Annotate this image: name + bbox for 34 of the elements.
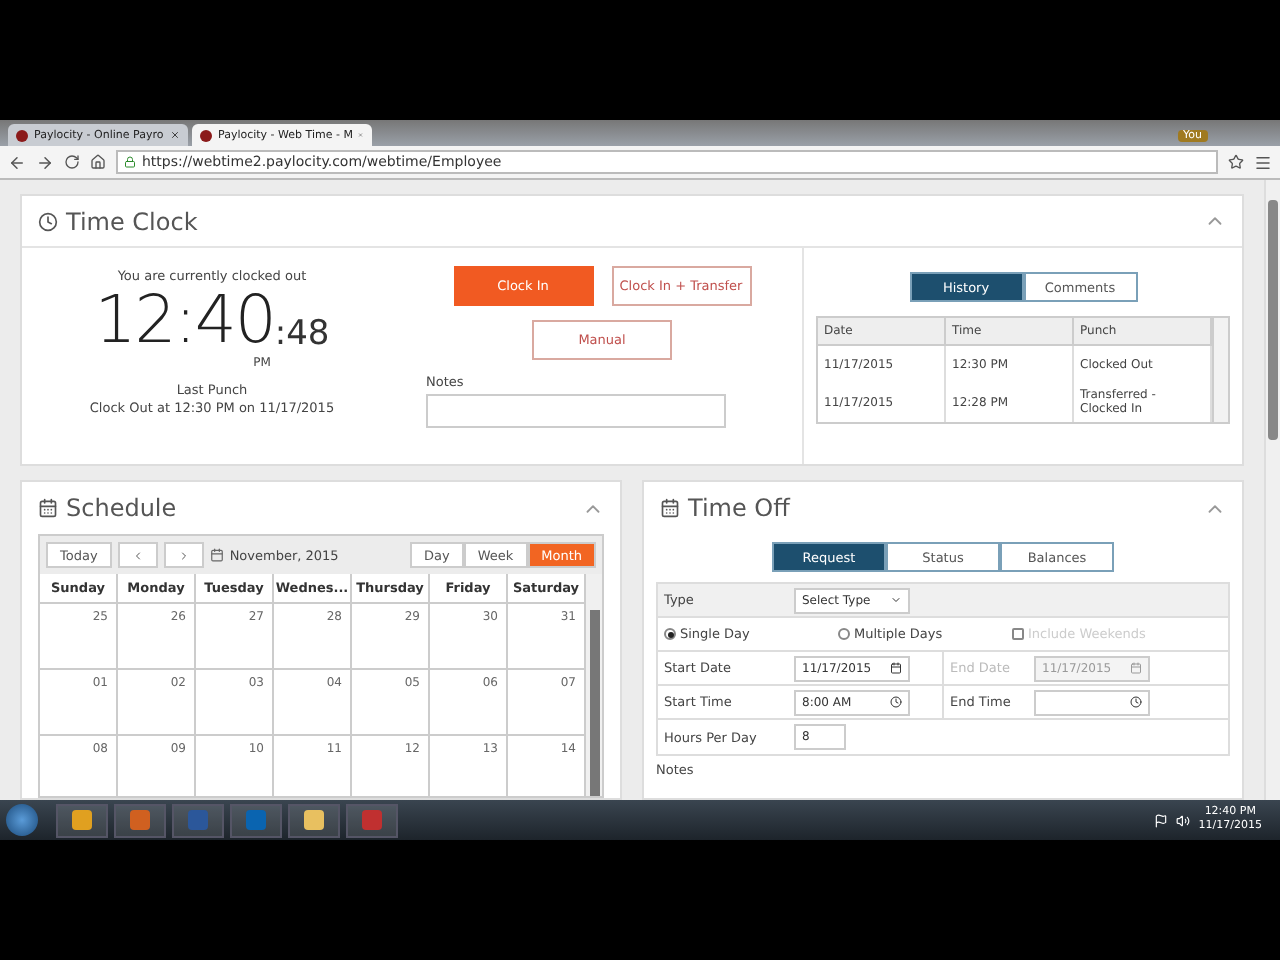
favicon-icon (200, 129, 212, 141)
notes-field[interactable] (426, 394, 726, 428)
card-title: Schedule (66, 494, 177, 522)
card-title: Time Off (688, 494, 790, 522)
radio-button[interactable] (664, 628, 676, 640)
left-chevron-icon (131, 549, 144, 561)
clock-icon (38, 211, 58, 231)
scrollbar-thumb[interactable] (1268, 200, 1278, 440)
back-icon[interactable] (8, 153, 26, 171)
calendar-icon (1130, 662, 1142, 674)
menu-icon[interactable] (1254, 153, 1272, 171)
calendar-icon (890, 662, 902, 674)
volume-icon[interactable] (1176, 813, 1191, 827)
dropdown-caret-icon (890, 594, 902, 606)
star-icon[interactable] (1228, 154, 1244, 170)
clock-icon (890, 696, 902, 708)
clock-icon (1130, 696, 1142, 708)
lock-icon (124, 156, 136, 168)
favicon-icon (16, 129, 28, 141)
clock-time: 12:40 (94, 284, 275, 356)
home-icon[interactable] (90, 154, 106, 170)
reload-icon[interactable] (64, 154, 80, 170)
scrollbar-track[interactable] (1212, 318, 1228, 422)
right-chevron-icon (177, 549, 190, 561)
radio-button[interactable] (838, 628, 850, 640)
calendar-icon (660, 498, 680, 518)
scrollbar-thumb[interactable] (589, 610, 599, 796)
card-title: Time Clock (66, 207, 198, 235)
clock-seconds: :48 (274, 312, 330, 356)
flag-icon[interactable] (1154, 813, 1169, 827)
calendar-icon (38, 498, 58, 518)
forward-icon[interactable] (36, 153, 54, 171)
end-time-field[interactable] (1034, 689, 1150, 715)
calendar-icon (209, 548, 224, 562)
